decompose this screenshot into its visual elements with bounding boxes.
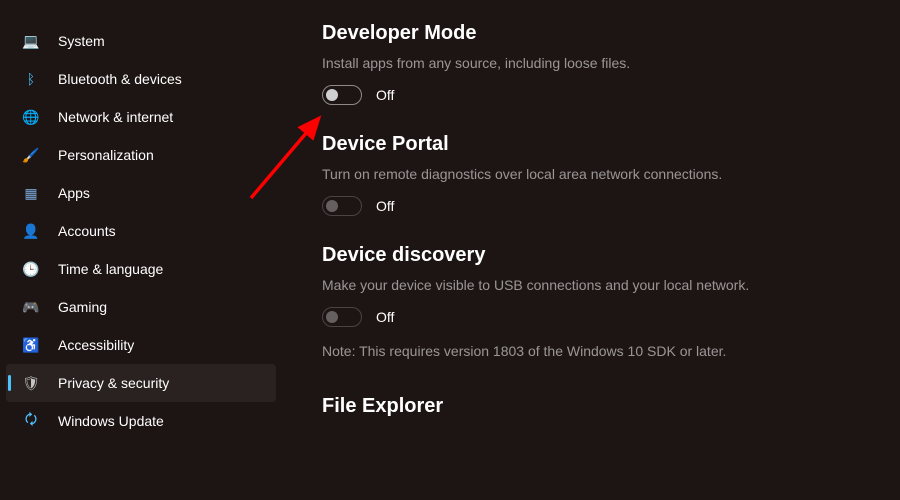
toggle-knob bbox=[326, 311, 338, 323]
toggle-state-label: Off bbox=[376, 309, 394, 325]
section-file-explorer: File Explorer bbox=[322, 395, 870, 418]
sidebar-item-label: Time & language bbox=[58, 261, 163, 277]
sidebar-item-personalization[interactable]: 🖌️ Personalization bbox=[6, 136, 276, 174]
sidebar-item-label: Accessibility bbox=[58, 337, 134, 353]
section-device-discovery: Device discovery Make your device visibl… bbox=[322, 244, 870, 359]
network-internet-icon: 🌐 bbox=[22, 108, 40, 126]
section-title: Developer Mode bbox=[322, 22, 870, 45]
toggle-knob bbox=[326, 89, 338, 101]
privacy-security-icon: 🛡 bbox=[22, 374, 40, 392]
toggle-row: Off bbox=[322, 307, 870, 327]
personalization-icon: 🖌️ bbox=[22, 146, 40, 164]
sidebar: 💻 System ᛒ Bluetooth & devices 🌐 Network & in… bbox=[0, 0, 282, 500]
sidebar-item-bluetooth-devices[interactable]: ᛒ Bluetooth & devices bbox=[6, 60, 276, 98]
toggle-knob bbox=[326, 200, 338, 212]
section-title: File Explorer bbox=[322, 395, 870, 418]
toggle-state-label: Off bbox=[376, 87, 394, 103]
bluetooth-devices-icon: ᛒ bbox=[22, 70, 40, 88]
section-desc: Install apps from any source, including … bbox=[322, 55, 870, 71]
sidebar-item-time-language[interactable]: 🕒 Time & language bbox=[6, 250, 276, 288]
sidebar-item-apps[interactable]: ▦ Apps bbox=[6, 174, 276, 212]
section-title: Device Portal bbox=[322, 133, 870, 156]
sidebar-item-label: System bbox=[58, 33, 105, 49]
sidebar-item-windows-update[interactable]: 🗘 Windows Update bbox=[6, 402, 276, 440]
device-portal-toggle bbox=[322, 196, 362, 216]
developer-mode-toggle[interactable] bbox=[322, 85, 362, 105]
accessibility-icon: ♿ bbox=[22, 336, 40, 354]
time-language-icon: 🕒 bbox=[22, 260, 40, 278]
toggle-state-label: Off bbox=[376, 198, 394, 214]
section-note: Note: This requires version 1803 of the … bbox=[322, 343, 870, 359]
section-title: Device discovery bbox=[322, 244, 870, 267]
accounts-icon: 👤 bbox=[22, 222, 40, 240]
gaming-icon: 🎮 bbox=[22, 298, 40, 316]
sidebar-item-accounts[interactable]: 👤 Accounts bbox=[6, 212, 276, 250]
sidebar-item-system[interactable]: 💻 System bbox=[6, 22, 276, 60]
system-icon: 💻 bbox=[22, 32, 40, 50]
section-developer-mode: Developer Mode Install apps from any sou… bbox=[322, 22, 870, 105]
sidebar-item-network-internet[interactable]: 🌐 Network & internet bbox=[6, 98, 276, 136]
toggle-row: Off bbox=[322, 85, 870, 105]
sidebar-item-gaming[interactable]: 🎮 Gaming bbox=[6, 288, 276, 326]
sidebar-item-label: Accounts bbox=[58, 223, 116, 239]
sidebar-item-label: Gaming bbox=[58, 299, 107, 315]
sidebar-item-accessibility[interactable]: ♿ Accessibility bbox=[6, 326, 276, 364]
windows-update-icon: 🗘 bbox=[22, 412, 40, 430]
sidebar-item-label: Apps bbox=[58, 185, 90, 201]
sidebar-item-label: Bluetooth & devices bbox=[58, 71, 182, 87]
section-desc: Turn on remote diagnostics over local ar… bbox=[322, 166, 870, 182]
sidebar-item-label: Personalization bbox=[58, 147, 154, 163]
apps-icon: ▦ bbox=[22, 184, 40, 202]
section-desc: Make your device visible to USB connecti… bbox=[322, 277, 870, 293]
toggle-row: Off bbox=[322, 196, 870, 216]
sidebar-item-label: Windows Update bbox=[58, 413, 164, 429]
sidebar-item-privacy-security[interactable]: 🛡 Privacy & security bbox=[6, 364, 276, 402]
sidebar-item-label: Network & internet bbox=[58, 109, 173, 125]
section-device-portal: Device Portal Turn on remote diagnostics… bbox=[322, 133, 870, 216]
main-content: Developer Mode Install apps from any sou… bbox=[282, 0, 900, 500]
sidebar-item-label: Privacy & security bbox=[58, 375, 169, 391]
device-discovery-toggle bbox=[322, 307, 362, 327]
